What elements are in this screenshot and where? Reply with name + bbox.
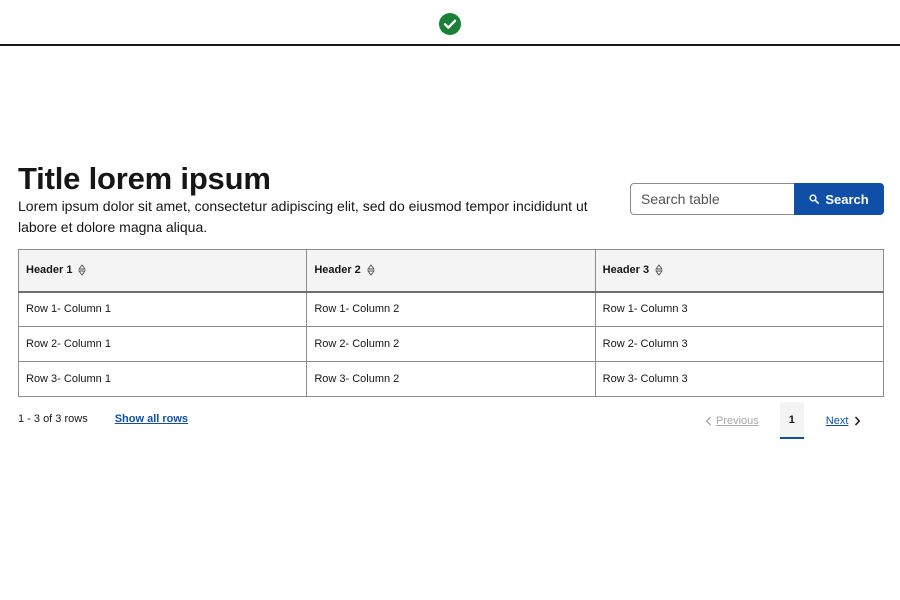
next-page-link[interactable]: Next [826, 415, 862, 427]
table-cell: Row 1- Column 2 [306, 291, 596, 327]
column-header-2[interactable]: Header 2 [306, 249, 596, 293]
column-header-label: Header 1 [26, 264, 73, 277]
sort-icon[interactable] [655, 264, 664, 276]
table-cell: Row 3- Column 1 [17, 361, 308, 397]
table-row: Row 3- Column 1 Row 3- Column 2 Row 3- C… [17, 361, 885, 397]
data-table: Header 1 Header 2 Header 3 Row 1- Column… [17, 249, 885, 397]
chevron-left-icon [705, 416, 712, 425]
pagination: Previous 1 Next [700, 402, 861, 439]
table-cell: Row 3- Column 2 [306, 361, 596, 397]
page-description: Lorem ipsum dolor sit amet, consectetur … [18, 198, 588, 235]
checkmark-circle-icon [439, 13, 461, 35]
column-header-1[interactable]: Header 1 [17, 249, 308, 293]
table-cell: Row 2- Column 1 [17, 326, 308, 362]
show-all-rows-link[interactable]: Show all rows [115, 413, 188, 425]
table-row: Row 1- Column 1 Row 1- Column 2 Row 1- C… [17, 291, 885, 327]
sort-icon[interactable] [78, 264, 87, 276]
column-header-label: Header 3 [602, 264, 650, 277]
table-search: Search [630, 183, 884, 215]
table-row: Row 2- Column 1 Row 2- Column 2 Row 2- C… [17, 326, 885, 362]
row-count: 1 - 3 of 3 rows [18, 413, 88, 425]
table-cell: Row 1- Column 1 [17, 291, 308, 327]
search-input[interactable] [630, 183, 794, 215]
search-icon [809, 194, 820, 204]
page-title: Title lorem ipsum [18, 161, 271, 196]
table-cell: Row 2- Column 2 [306, 326, 596, 362]
table-header-row: Header 1 Header 2 Header 3 [17, 249, 885, 293]
search-button[interactable]: Search [794, 183, 884, 215]
chevron-right-icon [855, 415, 861, 426]
column-header-3[interactable]: Header 3 [594, 249, 885, 293]
sort-icon[interactable] [366, 264, 375, 276]
table-cell: Row 3- Column 3 [594, 361, 885, 397]
table-cell: Row 2- Column 3 [594, 326, 885, 362]
top-bar [0, 0, 900, 46]
previous-label: Previous [716, 414, 759, 427]
column-header-label: Header 2 [314, 264, 361, 277]
search-button-label: Search [825, 191, 869, 207]
table-footer: 1 - 3 of 3 rows Show all rows [18, 413, 188, 425]
page-number-current[interactable]: 1 [779, 402, 804, 439]
previous-page-link: Previous [705, 415, 759, 427]
next-label: Next [825, 414, 849, 427]
table-cell: Row 1- Column 3 [594, 291, 885, 327]
heading-block: Title lorem ipsum Lorem ipsum dolor sit … [18, 162, 598, 238]
